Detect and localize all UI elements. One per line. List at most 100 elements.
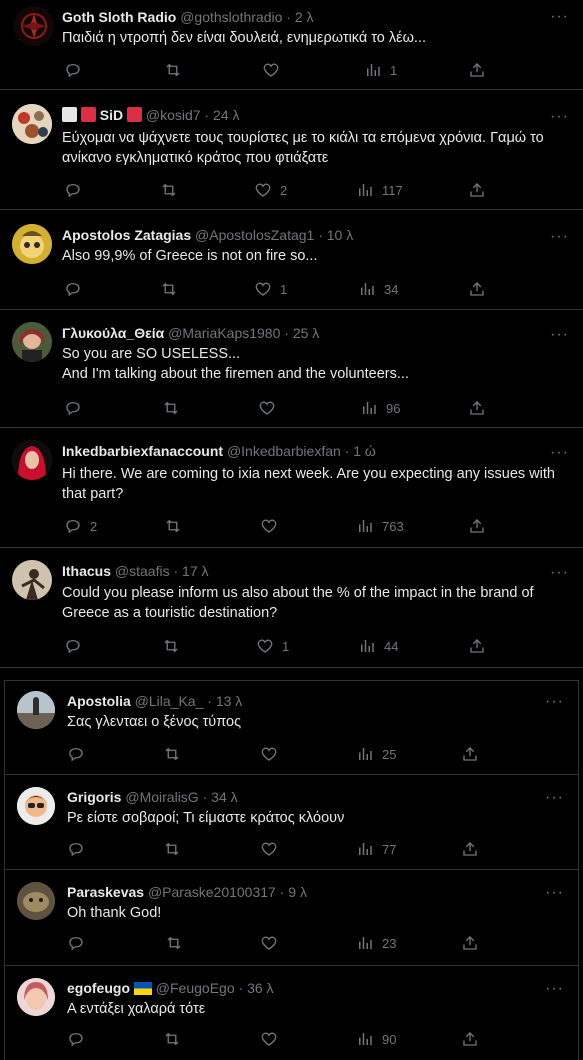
- author-name[interactable]: egofeugo: [67, 980, 130, 996]
- more-options-button[interactable]: ···: [550, 565, 569, 581]
- like-button[interactable]: [260, 839, 286, 859]
- like-button[interactable]: 2: [254, 180, 287, 200]
- like-button[interactable]: [260, 516, 286, 536]
- share-button[interactable]: [468, 398, 486, 418]
- retweet-button[interactable]: [163, 744, 181, 764]
- tweet-timestamp[interactable]: 34 λ: [211, 789, 237, 805]
- tweet-timestamp[interactable]: 9 λ: [288, 884, 307, 900]
- more-options-button[interactable]: ···: [550, 9, 569, 25]
- views-button[interactable]: 90: [356, 1029, 396, 1049]
- share-button[interactable]: [468, 180, 486, 200]
- author-handle[interactable]: @MoiralisG: [125, 789, 198, 805]
- author-name[interactable]: Apostolos Zatagias: [62, 227, 191, 243]
- author-name[interactable]: Paraskevas: [67, 884, 144, 900]
- avatar[interactable]: [12, 104, 52, 144]
- author-name[interactable]: Grigoris: [67, 789, 121, 805]
- author-name[interactable]: Apostolia: [67, 693, 131, 709]
- reply-button[interactable]: [64, 279, 90, 299]
- tweet[interactable]: Ithacus @staafis · 17 λ ··· Could you pl…: [0, 548, 583, 668]
- more-options-button[interactable]: ···: [545, 790, 564, 806]
- retweet-button[interactable]: [160, 279, 178, 299]
- share-button[interactable]: [461, 1029, 479, 1049]
- like-button[interactable]: 1: [256, 636, 289, 656]
- reply-button[interactable]: [64, 398, 90, 418]
- avatar[interactable]: [12, 224, 52, 264]
- tweet[interactable]: Goth Sloth Radio @gothslothradio · 2 λ ·…: [0, 0, 583, 90]
- tweet[interactable]: Γλυκούλα_Θεία @MariaKaps1980 · 25 λ ··· …: [0, 310, 583, 428]
- avatar[interactable]: [14, 6, 54, 46]
- like-button[interactable]: [262, 60, 288, 80]
- views-button[interactable]: 25: [356, 744, 396, 764]
- reply-button[interactable]: [67, 744, 93, 764]
- retweet-button[interactable]: [163, 839, 181, 859]
- author-name[interactable]: SiD: [100, 107, 123, 123]
- tweet-timestamp[interactable]: 13 λ: [216, 693, 242, 709]
- avatar[interactable]: [12, 322, 52, 362]
- retweet-button[interactable]: [160, 180, 178, 200]
- author-handle[interactable]: @kosid7: [146, 107, 201, 123]
- author-name[interactable]: Inkedbarbiexfanaccount: [62, 443, 223, 459]
- author-handle[interactable]: @Inkedbarbiexfan: [227, 443, 341, 459]
- share-button[interactable]: [461, 839, 479, 859]
- views-button[interactable]: 1: [364, 60, 397, 80]
- author-handle[interactable]: @Paraske20100317: [148, 884, 276, 900]
- more-options-button[interactable]: ···: [550, 445, 569, 461]
- views-button[interactable]: 117: [356, 180, 403, 200]
- tweet-timestamp[interactable]: 36 λ: [247, 980, 273, 996]
- reply-button[interactable]: [67, 933, 93, 953]
- tweet-timestamp[interactable]: 2 λ: [295, 9, 314, 25]
- tweet[interactable]: egofeugo @FeugoEgo · 36 λ ··· Α εντάξει …: [4, 966, 579, 1060]
- author-name[interactable]: Ithacus: [62, 563, 111, 579]
- avatar[interactable]: [17, 691, 55, 729]
- share-button[interactable]: [468, 636, 486, 656]
- views-button[interactable]: 763: [356, 516, 404, 536]
- tweet[interactable]: Inkedbarbiexfanaccount @Inkedbarbiexfan …: [0, 428, 583, 548]
- author-handle[interactable]: @gothslothradio: [180, 9, 282, 25]
- reply-button[interactable]: [67, 839, 93, 859]
- reply-button[interactable]: [67, 1029, 93, 1049]
- author-handle[interactable]: @FeugoEgo: [156, 980, 235, 996]
- tweet[interactable]: Apostolos Zatagias @ApostolosZatag1 · 10…: [0, 210, 583, 310]
- share-button[interactable]: [468, 279, 486, 299]
- views-button[interactable]: 77: [356, 839, 396, 859]
- avatar[interactable]: [17, 787, 55, 825]
- more-options-button[interactable]: ···: [550, 229, 569, 245]
- tweet-timestamp[interactable]: 25 λ: [293, 325, 319, 341]
- more-options-button[interactable]: ···: [550, 327, 569, 343]
- author-handle[interactable]: @ApostolosZatag1: [195, 227, 314, 243]
- tweet[interactable]: SiD @kosid7 · 24 λ ··· Εύχομαι να ψάχνετ…: [0, 90, 583, 210]
- views-button[interactable]: 23: [356, 933, 396, 953]
- reply-button[interactable]: [64, 636, 90, 656]
- tweet-timestamp[interactable]: 1 ώ: [353, 443, 376, 459]
- more-options-button[interactable]: ···: [545, 981, 564, 997]
- views-button[interactable]: 96: [360, 398, 400, 418]
- like-button[interactable]: [258, 398, 284, 418]
- tweet-timestamp[interactable]: 24 λ: [213, 107, 239, 123]
- tweet[interactable]: Paraskevas @Paraske20100317 · 9 λ ··· Oh…: [4, 870, 579, 966]
- reply-button[interactable]: [64, 60, 90, 80]
- share-button[interactable]: [461, 744, 479, 764]
- author-handle[interactable]: @Lila_Ka_: [135, 693, 204, 709]
- tweet-timestamp[interactable]: 10 λ: [327, 227, 353, 243]
- retweet-button[interactable]: [162, 398, 180, 418]
- share-button[interactable]: [468, 60, 486, 80]
- avatar[interactable]: [12, 560, 52, 600]
- like-button[interactable]: [260, 933, 286, 953]
- author-handle[interactable]: @staafis: [115, 563, 170, 579]
- tweet[interactable]: Grigoris @MoiralisG · 34 λ ··· Ρε είστε …: [4, 775, 579, 870]
- tweet[interactable]: Apostolia @Lila_Ka_ · 13 λ ··· Σας γλεντ…: [4, 680, 579, 775]
- share-button[interactable]: [461, 933, 479, 953]
- more-options-button[interactable]: ···: [545, 885, 564, 901]
- retweet-button[interactable]: [165, 933, 183, 953]
- more-options-button[interactable]: ···: [545, 694, 564, 710]
- avatar[interactable]: [12, 440, 52, 480]
- reply-button[interactable]: 2: [64, 516, 97, 536]
- retweet-button[interactable]: [164, 516, 182, 536]
- author-handle[interactable]: @MariaKaps1980: [168, 325, 280, 341]
- author-name[interactable]: Goth Sloth Radio: [62, 9, 176, 25]
- views-button[interactable]: 34: [358, 279, 398, 299]
- like-button[interactable]: [260, 744, 286, 764]
- reply-button[interactable]: [64, 180, 90, 200]
- avatar[interactable]: [17, 882, 55, 920]
- retweet-button[interactable]: [162, 636, 180, 656]
